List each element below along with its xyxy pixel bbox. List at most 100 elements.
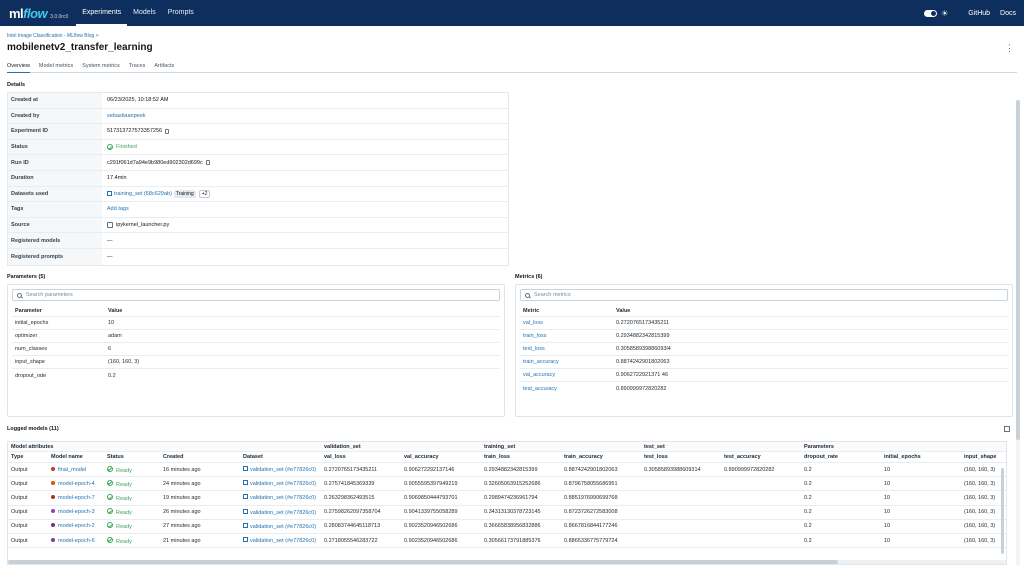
table-cell: (160, 160, 3) xyxy=(964,466,996,473)
metric-link[interactable]: train_accuracy xyxy=(520,359,616,365)
more-datasets-button[interactable]: +2 xyxy=(198,189,211,198)
tab-overview[interactable]: Overview xyxy=(7,62,30,73)
status-badge: Ready xyxy=(104,465,160,474)
table-cell: 0.2989474236961794 xyxy=(484,494,538,501)
table-row[interactable]: Output model-epoch-2 Ready 27 minutes ago va… xyxy=(8,520,1006,534)
page-scrollbar-thumb[interactable] xyxy=(1016,100,1020,440)
table-row[interactable]: Output model-epoch-6 Ready 21 minutes ago va… xyxy=(8,534,1006,549)
column-header: Metric xyxy=(523,307,540,314)
model-name-link[interactable]: model-epoch-2 xyxy=(58,523,95,529)
table-cell: 0.9023520946502686 xyxy=(404,537,458,544)
table-cell: 0.8874242901802063 xyxy=(564,466,618,473)
column-header[interactable]: input_shape xyxy=(961,454,1001,460)
tab-artifacts[interactable]: Artifacts xyxy=(154,62,174,73)
details-key: Duration xyxy=(8,170,102,186)
nav-experiments[interactable]: Experiments xyxy=(76,0,128,26)
theme-toggle[interactable] xyxy=(924,9,938,17)
source-value[interactable]: ipykernel_launcher.py xyxy=(116,222,169,228)
model-name-link[interactable]: model-epoch-3 xyxy=(58,509,95,515)
dataset-link[interactable]: validation_set (#e77826c0) xyxy=(250,524,316,530)
table-cell: 0.2 xyxy=(804,466,812,473)
dataset-link[interactable]: validation_set (#e77826c0) xyxy=(250,510,316,516)
details-row-duration: Duration 17.4min xyxy=(8,170,508,187)
tab-model-metrics[interactable]: Model metrics xyxy=(39,62,73,73)
breadcrumb[interactable]: Intel Image Classification - MLflow Blog… xyxy=(7,33,99,39)
table-cell: (160, 160, 3) xyxy=(964,494,996,501)
table-row[interactable]: Output model-epoch-3 Ready 26 minutes ago va… xyxy=(8,506,1006,520)
model-name-link[interactable]: model-epoch-7 xyxy=(58,495,95,501)
nav-models[interactable]: Models xyxy=(127,0,162,26)
metric-link[interactable]: test_loss xyxy=(520,346,616,352)
nav-prompts[interactable]: Prompts xyxy=(162,0,200,26)
column-header[interactable]: val_loss xyxy=(321,454,401,460)
status-text: Ready xyxy=(116,495,132,502)
table-cell: 26 minutes ago xyxy=(163,509,201,516)
column-header[interactable]: Status xyxy=(104,454,160,460)
param-key: dropout_rate xyxy=(15,372,47,379)
column-header[interactable]: Model name xyxy=(48,454,104,460)
metrics-table: Metric Value val_loss 0.2720765173435211… xyxy=(520,305,1008,395)
details-key: Registered prompts xyxy=(8,248,102,265)
dataset-link[interactable]: validation_set (#e77826c0) xyxy=(250,467,316,473)
metrics-search-input[interactable]: Search metrics xyxy=(520,289,1008,301)
more-options-icon[interactable]: ⋮ xyxy=(1005,43,1014,54)
model-name-link[interactable]: final_model xyxy=(58,467,86,473)
logged-models-label: Logged models (11) xyxy=(7,426,59,432)
dataset-link[interactable]: validation_set (#e77826c0) xyxy=(250,538,316,544)
github-link[interactable]: GitHub xyxy=(968,10,990,17)
created-by-link[interactable]: sebastiaanpeek xyxy=(102,113,146,119)
param-value: adam xyxy=(108,333,122,339)
metric-value: 0.2720765173435211 xyxy=(616,320,670,326)
table-cell: 0.2 xyxy=(804,537,812,544)
metric-link[interactable]: val_loss xyxy=(520,320,616,326)
table-cell: (160, 160, 3) xyxy=(964,523,996,530)
column-header[interactable]: dropout_rate xyxy=(801,454,881,460)
details-value-wrap: ipykernel_launcher.py xyxy=(102,222,169,229)
details-key: Experiment ID xyxy=(8,124,102,139)
mlflow-logo[interactable]: ml flow 3.0.0rc0 xyxy=(9,6,68,21)
table-row[interactable]: Output final_model Ready 16 minutes ago vali… xyxy=(8,463,1006,478)
metric-link[interactable]: test_accuracy xyxy=(520,386,616,392)
details-key: Tags xyxy=(8,202,102,217)
tab-system-metrics[interactable]: System metrics xyxy=(82,62,120,73)
docs-link[interactable]: Docs xyxy=(1000,10,1016,17)
column-header[interactable]: initial_epochs xyxy=(881,454,961,460)
table-cell: 0.9023520946502686 xyxy=(404,523,458,530)
details-key: Status xyxy=(8,139,102,155)
search-placeholder: Search parameters xyxy=(26,292,73,298)
column-header[interactable]: Type xyxy=(8,454,48,460)
column-header[interactable]: test_accuracy xyxy=(721,454,801,460)
dataset-link[interactable]: validation_set (#e77826c0) xyxy=(250,481,316,487)
dataset-link[interactable]: training_set (68c629ab) xyxy=(114,191,172,197)
copy-icon[interactable] xyxy=(165,128,170,134)
table-cell: Output xyxy=(11,466,28,473)
table-row: num_classes 6 xyxy=(12,343,500,356)
add-tags-button[interactable]: Add tags xyxy=(102,206,129,212)
column-header[interactable]: train_accuracy xyxy=(561,454,641,460)
table-row[interactable]: Output model-epoch-4 Ready 24 minutes ago va… xyxy=(8,477,1006,492)
table-cell: 0.2 xyxy=(804,494,812,501)
metric-link[interactable]: val_accuracy xyxy=(520,372,616,378)
table-cell: 0.890999972820282 xyxy=(724,466,775,473)
vertical-scrollbar-thumb[interactable] xyxy=(1001,468,1004,554)
column-header[interactable]: val_accuracy xyxy=(401,454,481,460)
parameters-search-input[interactable]: Search parameters xyxy=(12,289,500,301)
column-header[interactable]: test_loss xyxy=(641,454,721,460)
metric-link[interactable]: train_loss xyxy=(520,333,616,339)
tab-traces[interactable]: Traces xyxy=(129,62,146,73)
table-row[interactable]: Output model-epoch-7 Ready 19 minutes ago va… xyxy=(8,491,1006,506)
column-header[interactable]: Created xyxy=(160,454,240,460)
table-cell: 0.8851976990699768 xyxy=(564,494,618,501)
dataset-link[interactable]: validation_set (#e77826c0) xyxy=(250,495,316,501)
model-name-link[interactable]: model-epoch-4 xyxy=(58,481,95,487)
column-header[interactable]: train_loss xyxy=(481,454,561,460)
dataset-cell: validation_set (#e77826c0) xyxy=(240,480,321,487)
column-header[interactable]: Dataset xyxy=(240,454,321,460)
horizontal-scrollbar-thumb[interactable] xyxy=(8,560,838,564)
copy-icon[interactable] xyxy=(205,160,210,166)
columns-icon[interactable] xyxy=(1004,426,1010,432)
main-nav: Experiments Models Prompts xyxy=(76,0,200,26)
table-header: Type Model name Status Created Dataset val_lo… xyxy=(8,452,1006,463)
model-name-link[interactable]: model-epoch-6 xyxy=(58,538,95,544)
table-cell: 0.2720765173435211 xyxy=(324,466,378,473)
